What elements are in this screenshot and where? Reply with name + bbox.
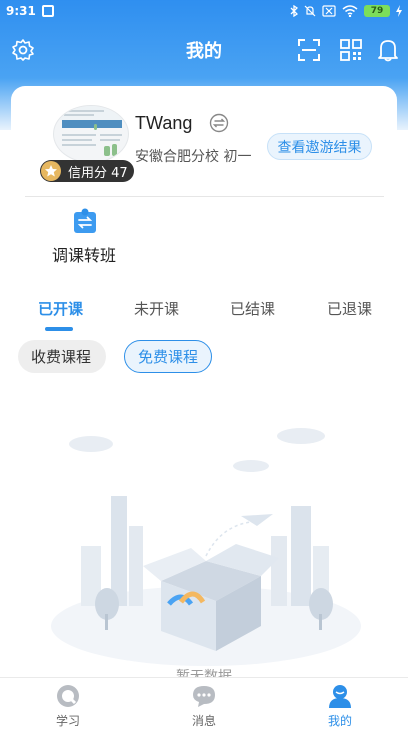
nav-study[interactable]: 学习 — [0, 678, 136, 730]
avatar[interactable] — [53, 105, 129, 163]
nav-profile-label: 我的 — [327, 714, 352, 728]
nav-messages[interactable]: 消息 — [136, 678, 272, 730]
bluetooth-icon — [290, 5, 298, 17]
parking-notification-icon — [41, 5, 54, 17]
settings-gear-icon[interactable] — [11, 38, 35, 66]
close-box-icon — [322, 5, 336, 17]
username: TWang — [135, 113, 193, 133]
empty-box-illustration — [51, 428, 361, 666]
filter-free-courses[interactable]: 免费课程 — [124, 340, 212, 373]
mute-bell-icon — [304, 5, 316, 17]
tab-ongoing[interactable]: 已开课 — [38, 298, 83, 319]
school-grade: 安徽合肥分校 初一 — [135, 149, 252, 165]
nav-profile[interactable]: 我的 — [272, 678, 408, 730]
nav-study-label: 学习 — [55, 714, 80, 728]
transfer-class-icon[interactable] — [73, 208, 97, 238]
filter-paid-courses[interactable]: 收费课程 — [18, 340, 106, 373]
divider — [25, 196, 384, 197]
view-results-button[interactable]: 查看遨游结果 — [267, 133, 372, 160]
profile-card: 信用分 47 TWang 安徽合肥分校 初一 查看遨游结果 调课转班 已开课 未… — [11, 86, 397, 686]
status-bar: 9:31 79 — [0, 0, 408, 22]
credit-score-badge[interactable]: 信用分 47 — [40, 160, 134, 182]
qr-code-icon[interactable] — [339, 38, 363, 66]
switch-account-icon[interactable] — [209, 113, 229, 137]
title-bar: 我的 — [0, 28, 408, 72]
quick-action-transfer-class[interactable]: 调课转班 — [52, 242, 116, 266]
tab-finished[interactable]: 已结课 — [230, 298, 275, 319]
page-title: 我的 — [186, 41, 222, 62]
wifi-icon — [342, 5, 358, 17]
nav-messages-label: 消息 — [191, 714, 216, 728]
scan-icon[interactable] — [297, 38, 321, 66]
bottom-nav: 学习 消息 我的 — [0, 677, 408, 730]
credit-score-label: 信用分 47 — [68, 165, 128, 181]
star-icon — [41, 161, 61, 181]
notification-bell-icon[interactable] — [377, 38, 399, 66]
message-icon — [193, 686, 215, 707]
tab-not-started[interactable]: 未开课 — [134, 298, 179, 319]
battery-icon: 79 — [364, 5, 390, 17]
active-tab-indicator — [45, 327, 73, 331]
charging-icon — [396, 5, 402, 17]
status-time: 9:31 — [6, 4, 36, 18]
tab-withdrawn[interactable]: 已退课 — [327, 298, 372, 319]
study-icon — [57, 685, 79, 707]
profile-icon — [329, 685, 351, 708]
